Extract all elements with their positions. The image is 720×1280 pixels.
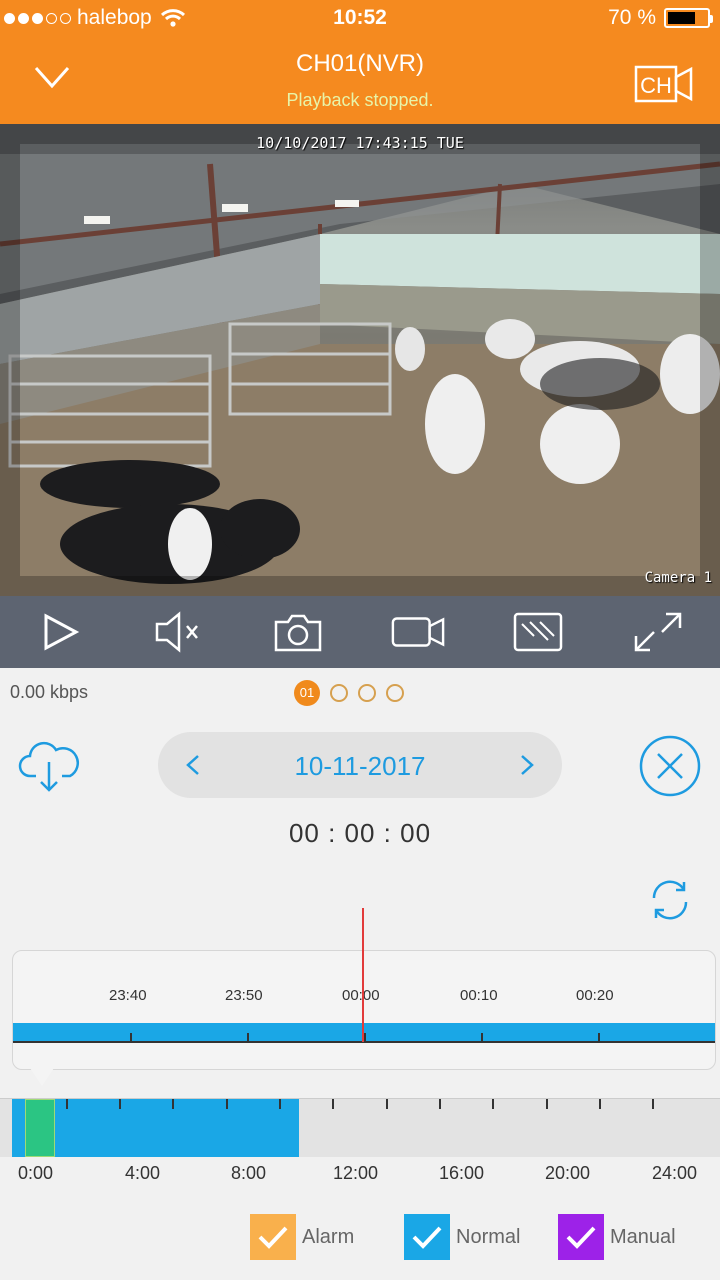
timeline-tick — [247, 1033, 249, 1042]
nav-bar: CH01(NVR) Playback stopped. CH — [0, 40, 720, 124]
date-selector: 10-11-2017 — [158, 732, 562, 798]
day-tick — [492, 1099, 495, 1109]
battery-status: 70 % — [608, 6, 713, 30]
page-title: CH01(NVR) — [295, 50, 424, 77]
close-icon[interactable] — [638, 734, 702, 798]
hour-label: 20:00 — [545, 1163, 591, 1183]
day-tick — [652, 1099, 655, 1109]
pager-dot[interactable] — [386, 684, 404, 702]
day-tick — [439, 1099, 441, 1109]
day-tick — [545, 1099, 548, 1109]
fullscreen-button[interactable] — [630, 606, 686, 658]
timeline-tick — [598, 1033, 600, 1042]
video-camera-icon — [391, 617, 445, 647]
timeline-tick — [481, 1033, 483, 1042]
chevron-right-icon[interactable] — [512, 748, 542, 782]
zoom-pointer — [30, 1068, 54, 1086]
screen-quality-icon — [513, 612, 563, 652]
day-timeline[interactable] — [0, 1098, 720, 1157]
day-tick — [385, 1099, 388, 1109]
day-tick — [332, 1099, 335, 1109]
legend-normal[interactable]: Normal — [404, 1214, 520, 1260]
timeline-label: 00:10 — [460, 987, 498, 1004]
timeline-tick — [364, 1033, 366, 1042]
camera-feed-image — [0, 124, 720, 596]
playback-status: Playback stopped. — [286, 90, 434, 110]
quality-button[interactable] — [510, 606, 566, 658]
playback-timecode: 00 : 00 : 00 — [288, 818, 432, 848]
fullscreen-icon — [634, 612, 682, 652]
play-icon — [44, 613, 80, 651]
channel-pager: 01 — [294, 680, 404, 706]
cloud-download-icon[interactable] — [18, 736, 80, 796]
hour-label: 16:00 — [439, 1163, 485, 1183]
checkbox-icon — [250, 1214, 296, 1260]
channel-select-icon[interactable]: CH — [634, 64, 694, 104]
battery-icon — [664, 8, 713, 28]
channel-icon-label: CH — [640, 73, 672, 98]
day-tick — [172, 1099, 175, 1109]
pager-dot-active[interactable]: 01 — [294, 680, 320, 706]
timeline-tick — [130, 1033, 132, 1042]
record-button[interactable] — [390, 606, 446, 658]
play-button[interactable] — [32, 606, 88, 658]
legend-manual-label: Manual — [610, 1225, 676, 1248]
day-tick — [225, 1099, 228, 1109]
checkbox-icon — [558, 1214, 604, 1260]
video-view[interactable]: 10/10/2017 17:43:15 TUE Camera 1 — [0, 124, 720, 596]
legend-normal-label: Normal — [456, 1225, 521, 1248]
snapshot-button[interactable] — [270, 606, 326, 658]
speaker-mute-icon — [155, 611, 198, 653]
camera-icon — [274, 614, 322, 652]
day-selection-window[interactable] — [25, 1099, 55, 1157]
checkbox-icon — [404, 1214, 450, 1260]
legend-alarm[interactable]: Alarm — [250, 1214, 354, 1260]
day-tick — [119, 1099, 121, 1109]
legend-manual[interactable]: Manual — [558, 1214, 676, 1260]
timeline-label: 23:40 — [109, 987, 147, 1004]
legend-alarm-label: Alarm — [302, 1225, 355, 1248]
timeline-label: 00:20 — [576, 987, 614, 1004]
selected-date[interactable]: 10-11-2017 — [158, 751, 562, 782]
bitrate-label: 0.00 kbps — [10, 682, 89, 702]
refresh-icon[interactable] — [646, 876, 694, 924]
pager-dot[interactable] — [358, 684, 376, 702]
hour-label: 8:00 — [231, 1163, 267, 1183]
hour-label: 0:00 — [18, 1163, 54, 1183]
hour-label: 24:00 — [652, 1163, 698, 1183]
hour-label: 12:00 — [333, 1163, 379, 1183]
video-timestamp: 10/10/2017 17:43:15 TUE — [256, 134, 464, 152]
timeline-label: 23:50 — [225, 987, 263, 1004]
pager-dot[interactable] — [330, 684, 348, 702]
day-tick — [279, 1099, 281, 1109]
battery-percent: 70 % — [608, 6, 656, 29]
status-bar: halebop 10:52 70 % — [0, 0, 720, 40]
hour-label: 4:00 — [125, 1163, 161, 1183]
player-controls — [0, 596, 720, 668]
video-camera-label: Camera 1 — [644, 570, 712, 586]
mute-button[interactable] — [150, 606, 206, 658]
timeline-cursor[interactable] — [362, 908, 364, 1042]
day-tick — [65, 1099, 68, 1109]
zoomed-timeline[interactable]: 23:40 23:50 00:00 00:10 00:20 — [12, 950, 716, 1070]
day-tick — [599, 1099, 601, 1109]
timeline-label: 00:00 — [342, 987, 380, 1004]
